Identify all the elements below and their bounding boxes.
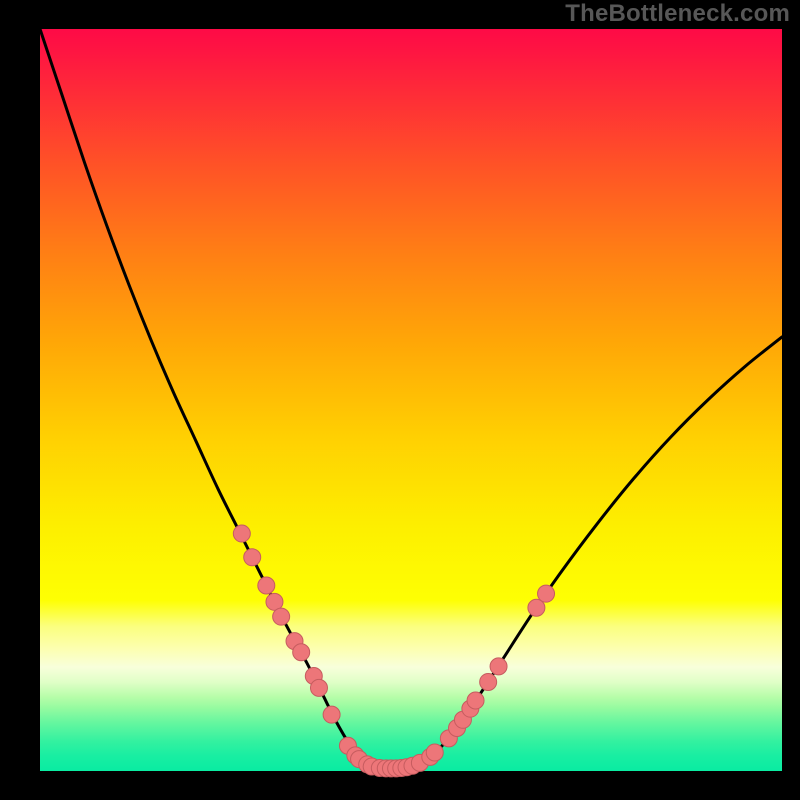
data-marker bbox=[490, 658, 507, 675]
data-marker bbox=[323, 706, 340, 723]
chart-stage: TheBottleneck.com bbox=[0, 0, 800, 800]
data-marker bbox=[538, 585, 555, 602]
data-marker bbox=[467, 692, 484, 709]
data-marker bbox=[310, 679, 327, 696]
data-marker bbox=[258, 577, 275, 594]
data-marker bbox=[426, 744, 443, 761]
data-marker bbox=[293, 644, 310, 661]
data-marker bbox=[244, 549, 261, 566]
data-marker bbox=[233, 525, 250, 542]
bottleneck-curve bbox=[40, 29, 782, 769]
data-marker bbox=[273, 608, 290, 625]
data-marker bbox=[480, 673, 497, 690]
curve-layer bbox=[0, 0, 800, 800]
